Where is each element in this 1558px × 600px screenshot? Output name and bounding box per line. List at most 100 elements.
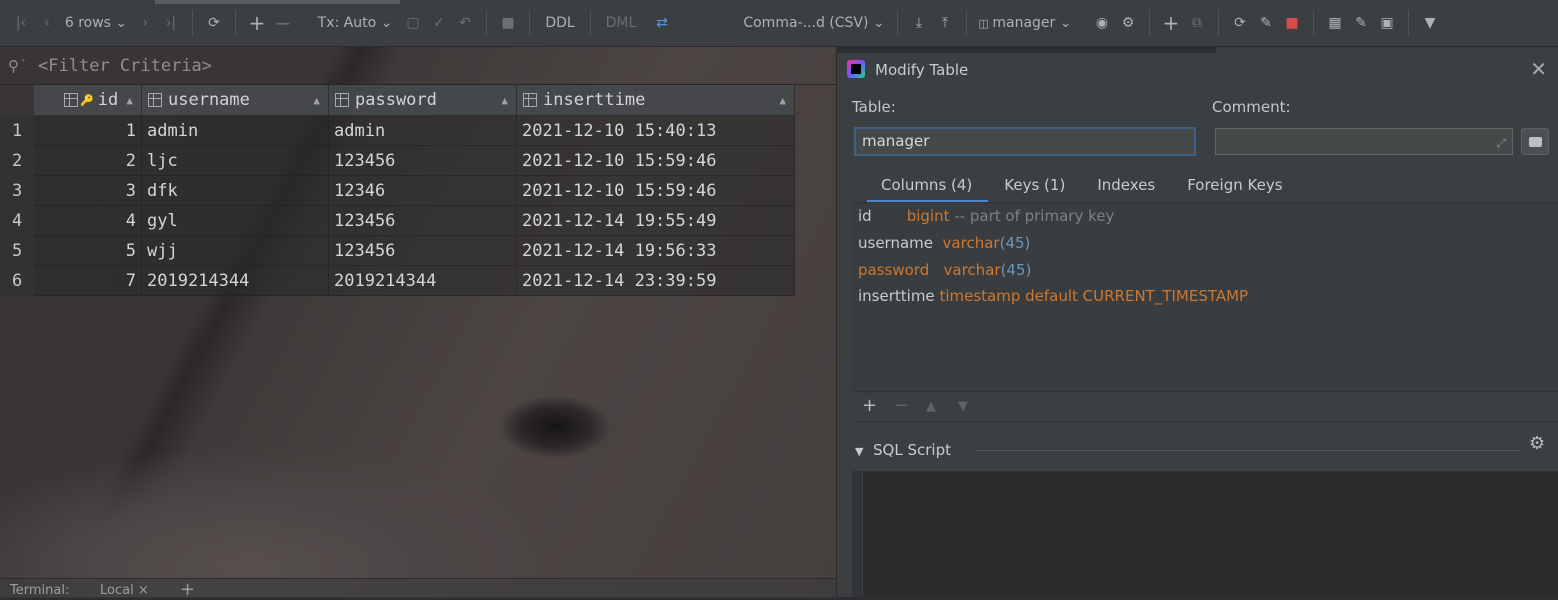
delete-row-icon[interactable]: − bbox=[270, 8, 296, 38]
column-header-password[interactable]: password ▲ bbox=[329, 85, 517, 116]
tab-foreign-keys[interactable]: Foreign Keys bbox=[1187, 171, 1282, 201]
close-icon[interactable]: ✕ bbox=[1530, 57, 1547, 81]
rows-dropdown[interactable]: 6 rows ⌄ bbox=[60, 8, 132, 38]
stop-red-icon[interactable]: ■ bbox=[1279, 8, 1305, 38]
cell-username[interactable]: wjj bbox=[142, 236, 329, 266]
cell-inserttime[interactable]: 2021-12-10 15:59:46 bbox=[517, 146, 795, 176]
cell-inserttime[interactable]: 2021-12-14 23:39:59 bbox=[517, 266, 795, 296]
export-format-dropdown[interactable]: Comma-...d (CSV) ⌄ bbox=[739, 8, 889, 38]
cell-password[interactable]: 123456 bbox=[329, 236, 517, 266]
column-header-label: id bbox=[97, 90, 119, 110]
cell-username[interactable]: 2019214344 bbox=[142, 266, 329, 296]
table-row[interactable]: 5 5 wjj 123456 2021-12-14 19:56:33 bbox=[0, 236, 795, 266]
previous-page-icon[interactable]: ‹ bbox=[34, 8, 60, 38]
table-name-input[interactable]: manager bbox=[854, 127, 1196, 156]
cell-inserttime[interactable]: 2021-12-14 19:56:33 bbox=[517, 236, 795, 266]
dml-button[interactable]: DML bbox=[599, 8, 643, 38]
comment-button[interactable] bbox=[1521, 128, 1549, 155]
schema-dropdown[interactable]: ◫ manager ⌄ bbox=[975, 8, 1075, 38]
column-header-id[interactable]: 🔑 id ▲ bbox=[34, 85, 142, 116]
upload-icon[interactable]: ⤒ bbox=[932, 8, 958, 38]
cell-password[interactable]: 2019214344 bbox=[329, 266, 517, 296]
edit-icon[interactable]: ✎ bbox=[1348, 8, 1374, 38]
table-view-icon[interactable]: ▦ bbox=[1322, 8, 1348, 38]
add-row-icon[interactable]: + bbox=[244, 8, 270, 38]
sql-script-toggle[interactable]: ▼ SQL Script bbox=[855, 441, 951, 459]
db-commit-icon[interactable]: ▢ bbox=[400, 8, 426, 38]
edit-schema-icon[interactable]: ✎ bbox=[1253, 8, 1279, 38]
tab-columns[interactable]: Columns (4) bbox=[866, 171, 989, 203]
settings-icon[interactable]: ⚙ bbox=[1115, 8, 1141, 38]
undo-icon[interactable]: ↶ bbox=[452, 8, 478, 38]
move-down-icon[interactable]: ▼ bbox=[958, 399, 968, 414]
list-item[interactable]: inserttime timestamp default CURRENT_TIM… bbox=[858, 287, 1248, 305]
cell-username[interactable]: gyl bbox=[142, 206, 329, 236]
tab-keys[interactable]: Keys (1) bbox=[1004, 171, 1065, 201]
list-item[interactable]: username varchar(45) bbox=[858, 234, 1030, 252]
table-row[interactable]: 1 1 admin admin 2021-12-10 15:40:13 bbox=[0, 116, 795, 146]
filter-input[interactable]: <Filter Criteria> bbox=[38, 56, 212, 76]
transaction-mode-dropdown[interactable]: Tx: Auto ⌄ bbox=[310, 8, 400, 38]
cell-inserttime[interactable]: 2021-12-14 19:55:49 bbox=[517, 206, 795, 236]
column-header-inserttime[interactable]: inserttime ▲ bbox=[517, 85, 795, 116]
check-icon[interactable]: ✓ bbox=[426, 8, 452, 38]
expand-icon[interactable]: ⤢ bbox=[1496, 136, 1506, 151]
sort-icon[interactable]: ▲ bbox=[779, 94, 786, 107]
column-header-username[interactable]: username ▲ bbox=[142, 85, 329, 116]
sort-icon[interactable]: ▲ bbox=[313, 94, 320, 107]
toolbar-divider bbox=[529, 10, 530, 36]
cell-id[interactable]: 7 bbox=[34, 266, 142, 296]
move-up-icon[interactable]: ▲ bbox=[926, 399, 936, 414]
gear-icon[interactable]: ⚙ bbox=[1529, 433, 1545, 454]
column-icon bbox=[148, 93, 162, 107]
cell-id[interactable]: 1 bbox=[34, 116, 142, 146]
cell-username[interactable]: admin bbox=[142, 116, 329, 146]
filter-icon[interactable]: ▼ bbox=[1417, 8, 1443, 38]
ddl-button[interactable]: DDL bbox=[538, 8, 582, 38]
table-row[interactable]: 3 3 dfk 12346 2021-12-10 15:59:46 bbox=[0, 176, 795, 206]
sync-icon[interactable]: ⟳ bbox=[1227, 8, 1253, 38]
comment-input[interactable]: ⤢ bbox=[1215, 128, 1513, 155]
columns-list: id bigint -- part of primary key username… bbox=[852, 202, 1558, 392]
sort-icon[interactable]: ▲ bbox=[501, 94, 508, 107]
next-page-icon[interactable]: › bbox=[132, 8, 158, 38]
cell-inserttime[interactable]: 2021-12-10 15:40:13 bbox=[517, 116, 795, 146]
add-column-icon[interactable]: + bbox=[862, 395, 877, 416]
close-icon[interactable]: × bbox=[138, 583, 149, 598]
add-icon[interactable]: + bbox=[1158, 8, 1184, 38]
table-row[interactable]: 2 2 ljc 123456 2021-12-10 15:59:46 bbox=[0, 146, 795, 176]
cell-id[interactable]: 4 bbox=[34, 206, 142, 236]
compare-icon[interactable]: ⇄ bbox=[649, 8, 675, 38]
cell-inserttime[interactable]: 2021-12-10 15:59:46 bbox=[517, 176, 795, 206]
cell-username[interactable]: dfk bbox=[142, 176, 329, 206]
cell-password[interactable]: admin bbox=[329, 116, 517, 146]
cell-password[interactable]: 12346 bbox=[329, 176, 517, 206]
sql-script-editor[interactable] bbox=[852, 471, 1558, 597]
stop-icon[interactable]: ■ bbox=[495, 8, 521, 38]
cell-password[interactable]: 123456 bbox=[329, 206, 517, 236]
refresh-icon[interactable]: ⟳ bbox=[201, 8, 227, 38]
cell-id[interactable]: 2 bbox=[34, 146, 142, 176]
filter-bar[interactable]: ⚲˙ <Filter Criteria> bbox=[0, 47, 836, 85]
local-tab[interactable]: Local × bbox=[100, 583, 149, 598]
cell-password[interactable]: 123456 bbox=[329, 146, 517, 176]
list-item[interactable]: id bigint -- part of primary key bbox=[858, 207, 1114, 225]
table-row[interactable]: 4 4 gyl 123456 2021-12-14 19:55:49 bbox=[0, 206, 795, 236]
remove-column-icon[interactable]: − bbox=[894, 395, 909, 416]
toolbar-divider bbox=[235, 10, 236, 36]
tab-indexes[interactable]: Indexes bbox=[1097, 171, 1155, 201]
cell-username[interactable]: ljc bbox=[142, 146, 329, 176]
download-icon[interactable]: ⤓ bbox=[906, 8, 932, 38]
terminal-tab-label[interactable]: Terminal: bbox=[10, 583, 69, 598]
table-row[interactable]: 6 7 2019214344 2019214344 2021-12-14 23:… bbox=[0, 266, 795, 296]
column-size: 45 bbox=[1006, 261, 1026, 279]
view-icon[interactable]: ◉ bbox=[1089, 8, 1115, 38]
cell-id[interactable]: 3 bbox=[34, 176, 142, 206]
sql-console-icon[interactable]: ▣ bbox=[1374, 8, 1400, 38]
list-item[interactable]: password varchar(45) bbox=[858, 261, 1031, 279]
copy-icon[interactable]: ⧉ bbox=[1184, 8, 1210, 38]
first-page-icon[interactable]: |‹ bbox=[8, 8, 34, 38]
sort-icon[interactable]: ▲ bbox=[126, 94, 133, 107]
last-page-icon[interactable]: ›| bbox=[158, 8, 184, 38]
cell-id[interactable]: 5 bbox=[34, 236, 142, 266]
